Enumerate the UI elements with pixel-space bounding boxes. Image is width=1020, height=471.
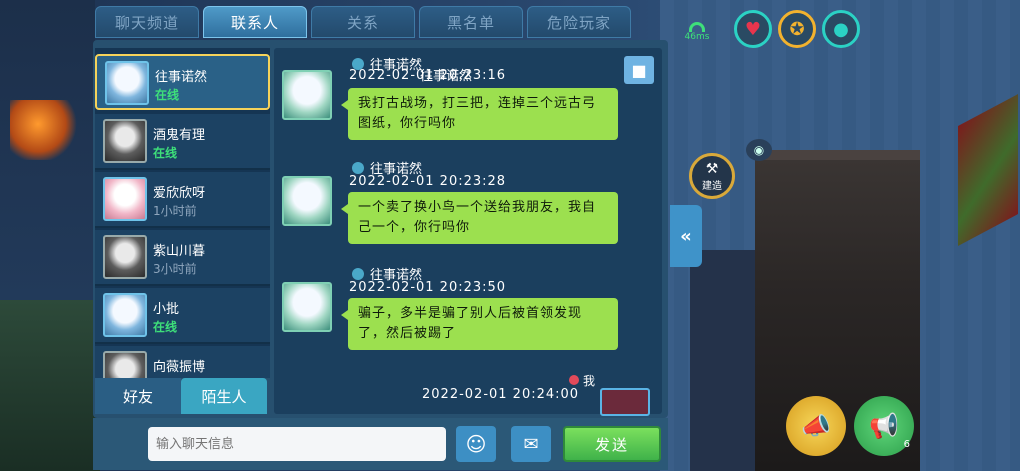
ping-value: 46ms	[684, 32, 710, 42]
social-tabs: 聊天频道 联系人 关系 黑名单 危险玩家	[95, 6, 631, 40]
tab-relations[interactable]: 关系	[311, 6, 415, 38]
friend-status: 1小时前	[153, 204, 197, 218]
tab-chat-channel[interactable]: 聊天频道	[95, 6, 199, 38]
loudspeaker-icon: 📢	[869, 412, 899, 440]
collapse-panel-button[interactable]: «	[670, 205, 702, 267]
food-icon: ✪	[789, 18, 805, 40]
tab-friends[interactable]: 好友	[95, 378, 181, 414]
background-torch	[10, 100, 80, 160]
avatar	[103, 119, 147, 163]
friend-name: 酒鬼有理	[153, 128, 206, 143]
loudspeaker-count: 6	[903, 439, 910, 450]
friend-category-tabs: 好友 陌生人	[95, 378, 267, 414]
background-tree	[0, 300, 100, 471]
emoji-icon: ☺	[465, 432, 487, 456]
tab-dangerous-players[interactable]: 危险玩家	[527, 6, 631, 38]
friend-item[interactable]: 酒鬼有理 在线	[95, 114, 270, 170]
message-time: 2022-02-01 20:23:28	[349, 174, 507, 189]
tab-strangers[interactable]: 陌生人	[181, 378, 267, 414]
wifi-icon	[689, 22, 705, 32]
hunger-meter: ✪	[778, 10, 816, 48]
build-icon: ⚒	[705, 160, 719, 177]
friend-status: 在线	[153, 146, 178, 160]
chat-history[interactable]: 往事诺然 往事诺然 2022-02-01 20:23:16 我打古战场，打三把，…	[274, 48, 662, 414]
user-icon: ■	[631, 60, 647, 80]
heart-icon: ♥	[744, 18, 762, 40]
megaphone-button[interactable]: 📣	[786, 396, 846, 456]
avatar	[103, 177, 147, 221]
megaphone-icon: 📣	[801, 412, 831, 440]
friend-item[interactable]: 往事诺然 在线	[95, 54, 270, 110]
thirst-meter: ●	[822, 10, 860, 48]
friend-item[interactable]: 向薇振博	[95, 346, 270, 378]
message-time: 2022-02-01 20:23:50	[349, 280, 507, 295]
emoji-button[interactable]: ☺	[456, 426, 496, 462]
eye-icon[interactable]: ◉	[746, 139, 772, 161]
gender-icon	[352, 162, 364, 174]
avatar	[103, 293, 147, 337]
sender-avatar[interactable]	[282, 70, 332, 120]
message-bubble: 一个卖了换小鸟一个送给我朋友，我自己一个，你行吗你	[341, 192, 618, 244]
network-status: 46ms	[680, 22, 714, 48]
profile-button[interactable]: ■	[624, 56, 654, 84]
friend-list[interactable]: 往事诺然 在线 酒鬼有理 在线 爱欣欣呀 1小时前 紫山川暮 3小时前 小批 在…	[95, 48, 270, 378]
sender-avatar[interactable]	[282, 176, 332, 226]
speech-bubble-icon: ✉	[523, 433, 539, 455]
send-button[interactable]: 发送	[563, 426, 661, 462]
friend-name: 往事诺然	[155, 70, 208, 85]
loudspeaker-button[interactable]: 📢 6	[854, 396, 914, 456]
friend-name: 小批	[153, 302, 180, 317]
chat-input[interactable]	[148, 427, 446, 461]
friend-status: 在线	[155, 88, 180, 102]
quick-message-button[interactable]: ✉	[511, 426, 551, 462]
my-message-time: 2022-02-01 20:24:00	[422, 387, 580, 402]
double-chevron-left-icon: «	[680, 225, 692, 247]
friend-name: 爱欣欣呀	[153, 186, 206, 201]
gender-icon	[352, 268, 364, 280]
my-avatar[interactable]	[600, 388, 650, 416]
friend-item[interactable]: 紫山川暮 3小时前	[95, 230, 270, 286]
friend-name: 向薇振博	[153, 360, 206, 375]
health-meter: ♥	[734, 10, 772, 48]
build-label: 建造	[702, 180, 722, 192]
tab-blacklist[interactable]: 黑名单	[419, 6, 523, 38]
avatar	[105, 61, 149, 105]
friend-status: 3小时前	[153, 262, 197, 276]
avatar	[103, 351, 147, 378]
message-bubble: 我打古战场，打三把，连掉三个远古弓图纸，你行吗你	[341, 88, 618, 140]
water-drop-icon: ●	[833, 18, 849, 40]
friend-name: 紫山川暮	[153, 244, 206, 259]
location-pin-icon	[569, 375, 579, 385]
message-bubble: 骗子，多半是骗了别人后被首领发现了，然后被踢了	[341, 298, 618, 350]
avatar	[103, 235, 147, 279]
tab-contacts[interactable]: 联系人	[203, 6, 307, 38]
message-time: 2022-02-01 20:23:16	[349, 68, 507, 83]
build-button[interactable]: ⚒ 建造	[689, 153, 735, 199]
friend-item[interactable]: 爱欣欣呀 1小时前	[95, 172, 270, 228]
friend-item[interactable]: 小批 在线	[95, 288, 270, 344]
friend-status: 在线	[153, 320, 178, 334]
sender-avatar[interactable]	[282, 282, 332, 332]
